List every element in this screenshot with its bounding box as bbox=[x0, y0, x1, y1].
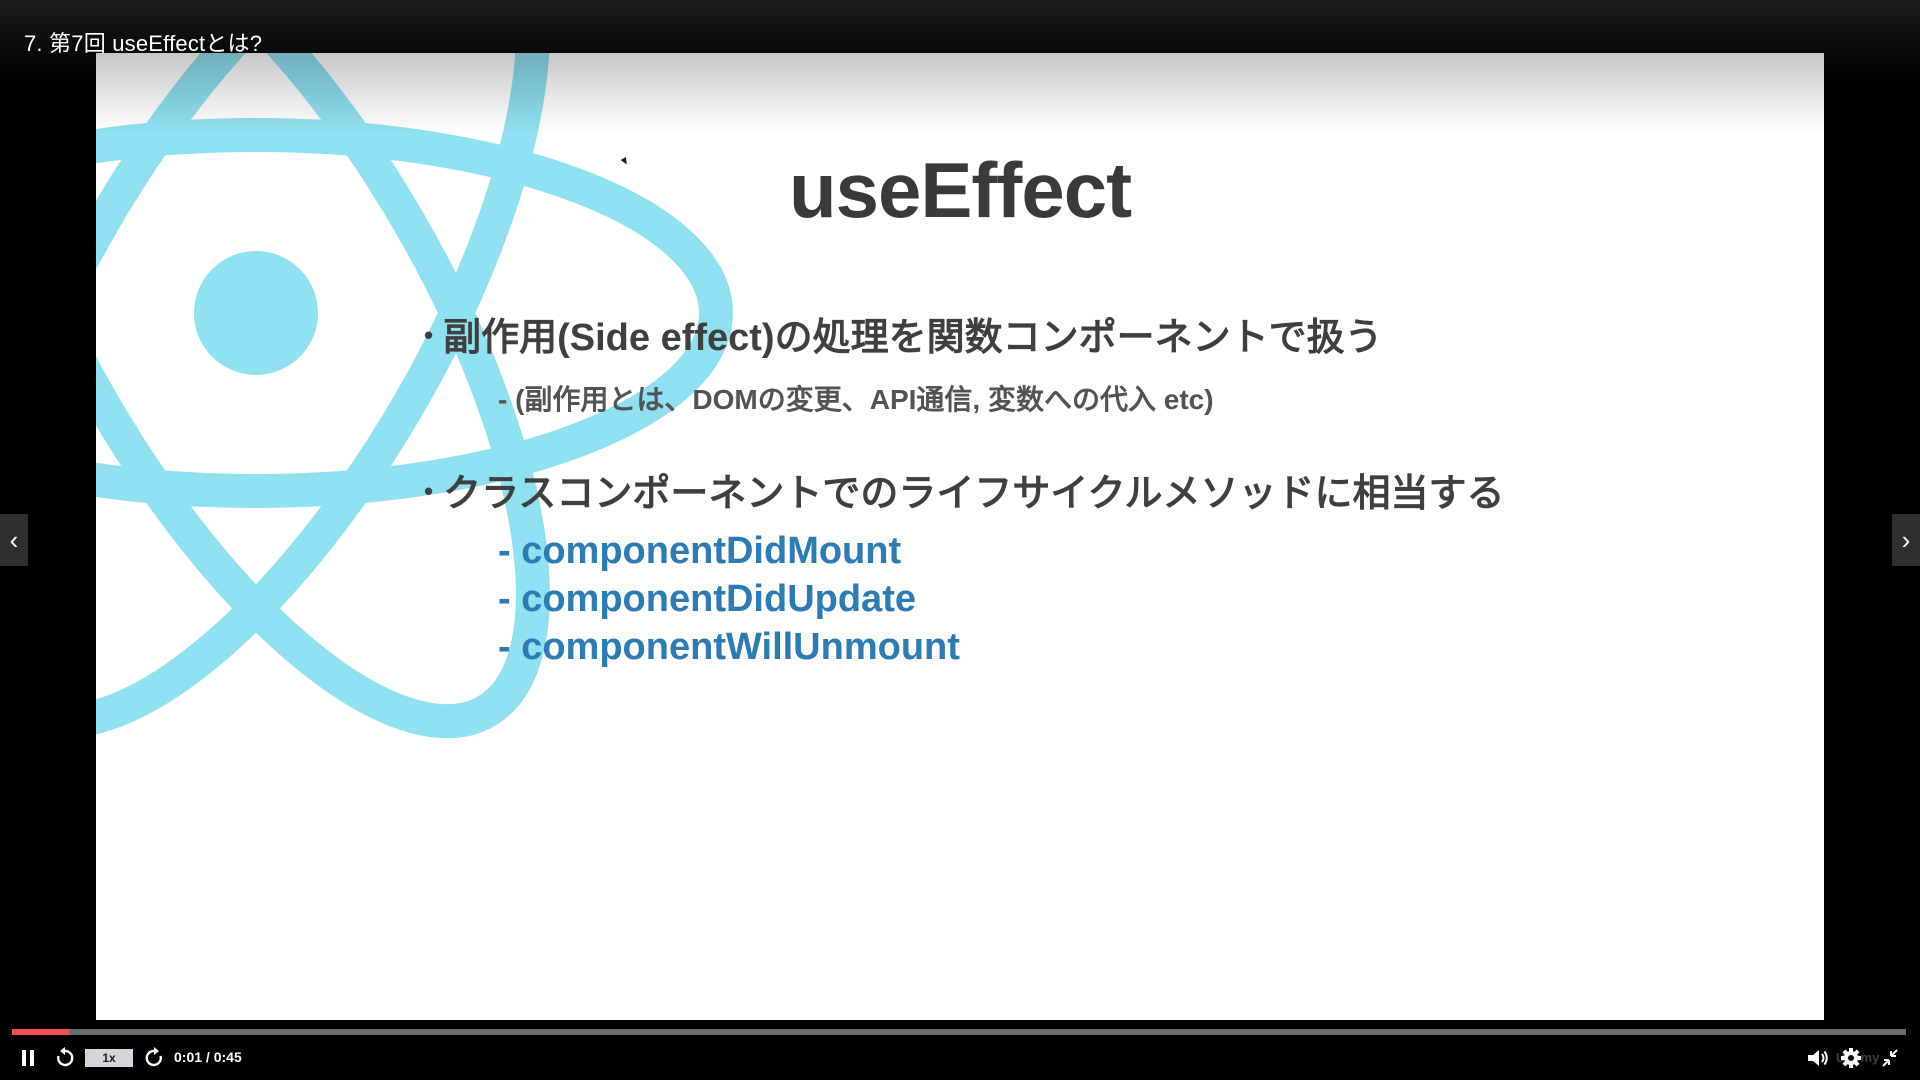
duration: 0:45 bbox=[213, 1049, 242, 1065]
chevron-left-icon: ‹ bbox=[9, 525, 19, 555]
next-lecture-button[interactable]: › bbox=[1892, 514, 1920, 566]
volume-icon bbox=[1808, 1050, 1828, 1066]
lifecycle-methods-list: - componentDidMount - componentDidUpdate… bbox=[498, 527, 960, 671]
exit-fullscreen-icon bbox=[1882, 1049, 1898, 1067]
method-component-did-mount: - componentDidMount bbox=[498, 530, 902, 572]
pause-icon bbox=[22, 1050, 26, 1066]
current-time: 0:01 bbox=[174, 1049, 203, 1065]
bullet-lifecycle: • クラスコンポーネントでのライフサイクルメソッドに相当する bbox=[424, 462, 1504, 517]
pause-icon-bar bbox=[30, 1050, 34, 1066]
method-component-will-unmount: - componentWillUnmount bbox=[498, 626, 960, 668]
bullet-marker: • bbox=[424, 476, 434, 507]
exit-fullscreen-button[interactable] bbox=[1880, 1047, 1900, 1069]
bullet-side-effects: • 副作用(Side effect)の処理を関数コンポーネントで扱う bbox=[424, 306, 1383, 361]
settings-button[interactable] bbox=[1840, 1047, 1862, 1069]
forward-button[interactable] bbox=[143, 1047, 165, 1069]
rewind-icon bbox=[57, 1047, 74, 1067]
pause-button[interactable] bbox=[20, 1047, 36, 1069]
playback-speed-button[interactable]: 1x bbox=[85, 1049, 133, 1067]
bullet-text: クラスコンポーネントでのライフサイクルメソッドに相当する bbox=[443, 473, 1505, 515]
method-component-did-update: - componentDidUpdate bbox=[498, 578, 916, 620]
slide-heading: useEffect bbox=[788, 146, 1132, 234]
progress-fill bbox=[12, 1029, 69, 1035]
sub-bullet-side-effect-examples: - (副作用とは、DOMの変更、API通信, 変数への代入 etc) bbox=[498, 384, 1214, 415]
settings-icon bbox=[1841, 1048, 1861, 1068]
control-bar bbox=[0, 1020, 1920, 1080]
volume-button[interactable] bbox=[1806, 1047, 1830, 1069]
bullet-text: 副作用(Side effect)の処理を関数コンポーネントで扱う bbox=[443, 317, 1383, 359]
time-separator: / bbox=[202, 1049, 214, 1065]
video-frame-slide[interactable]: useEffect • 副作用(Side effect)の処理を関数コンポーネント… bbox=[96, 53, 1824, 1025]
forward-icon bbox=[145, 1047, 162, 1067]
chevron-right-icon: › bbox=[1901, 525, 1911, 555]
progress-bar[interactable] bbox=[12, 1029, 1906, 1035]
video-player: 7. 第7回 useEffectとは? useEffect • 副作用(Side … bbox=[0, 0, 1920, 1080]
bullet-marker: • bbox=[424, 320, 434, 351]
previous-lecture-button[interactable]: ‹ bbox=[0, 514, 28, 566]
rewind-button[interactable] bbox=[54, 1047, 76, 1069]
time-display: 0:01 / 0:45 bbox=[174, 1048, 242, 1066]
